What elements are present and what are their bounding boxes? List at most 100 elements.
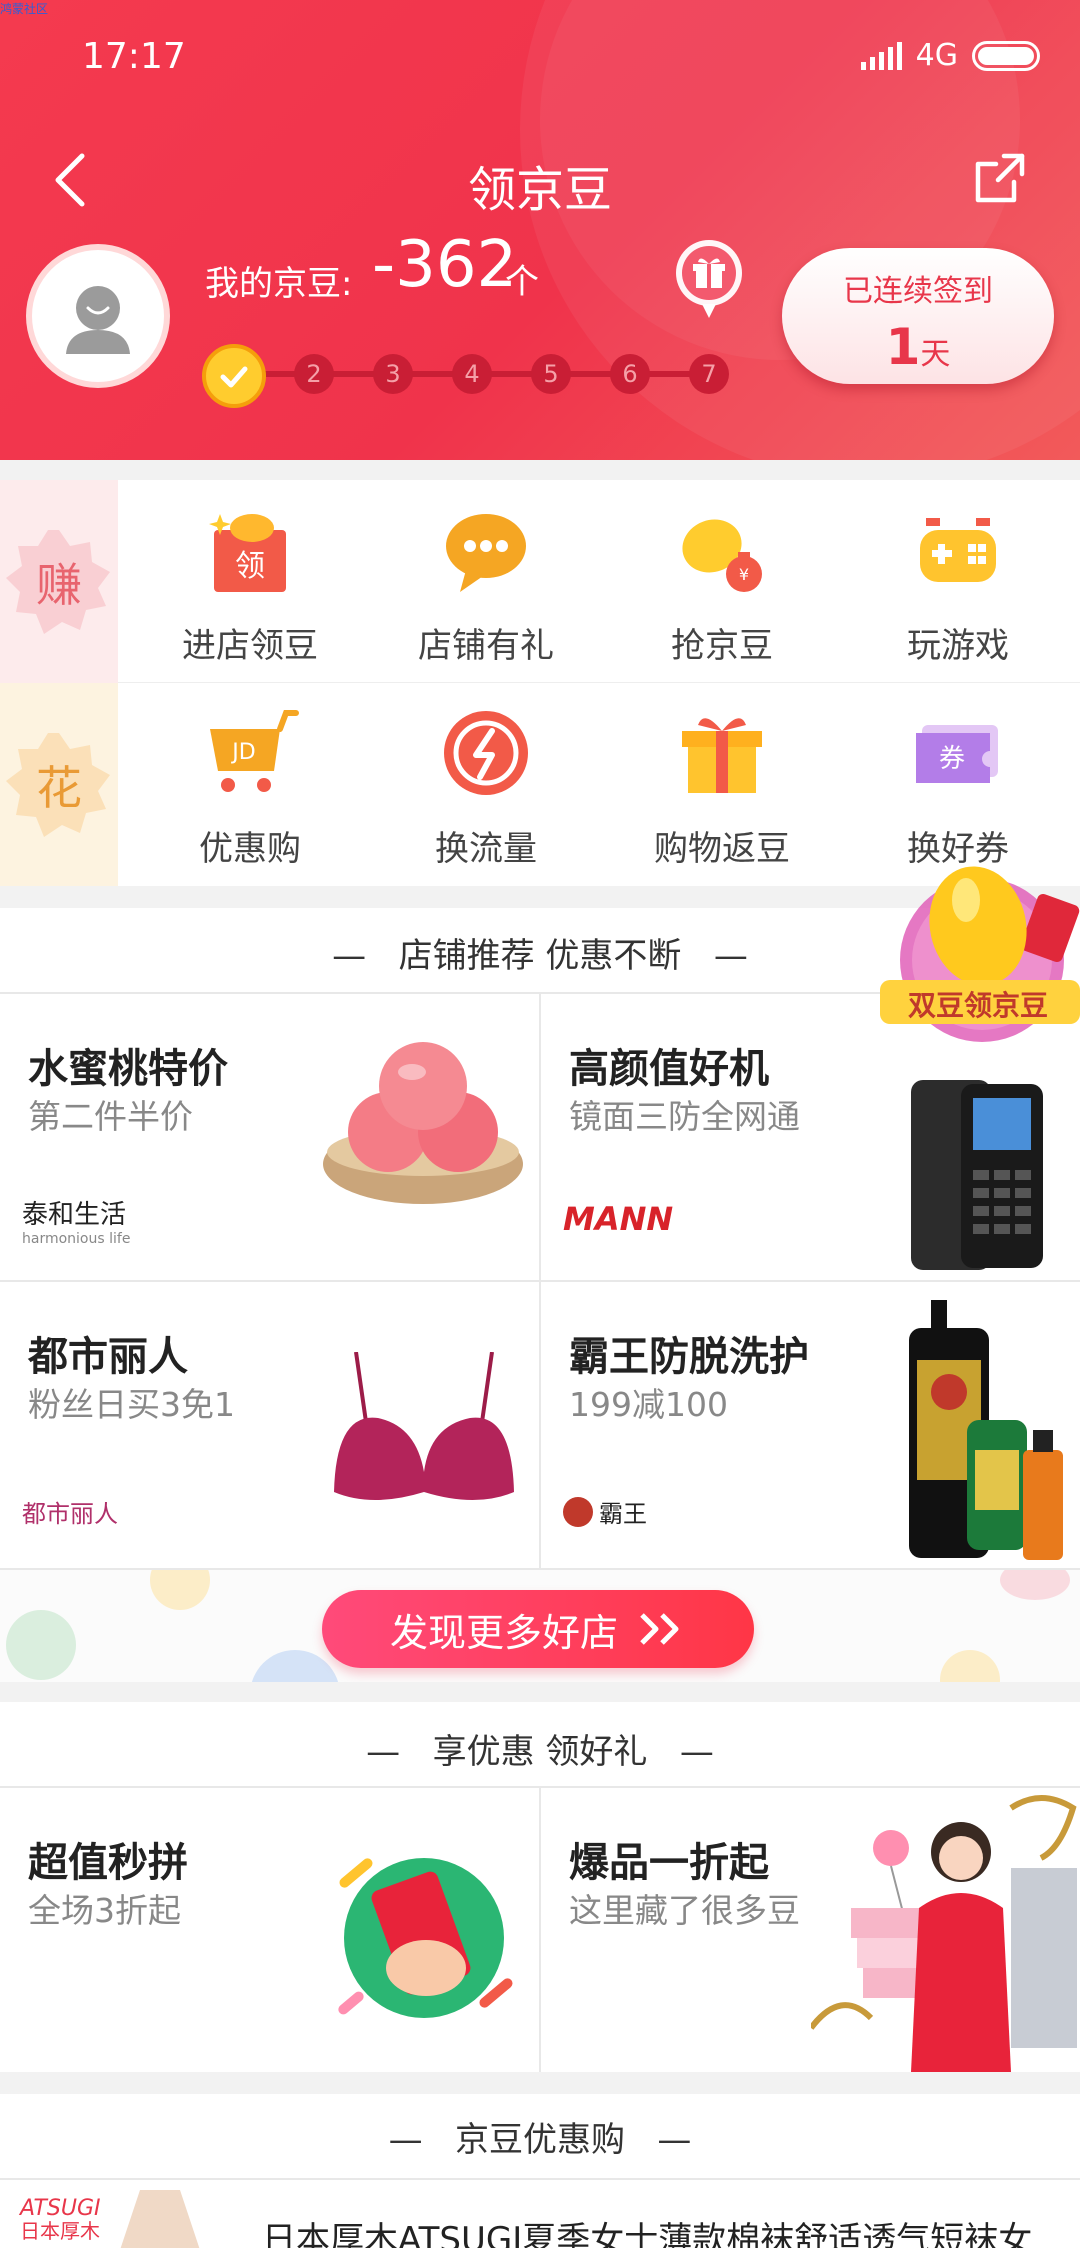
grid-item-label: 进店领豆: [182, 626, 318, 666]
brand-sub: harmonious life: [22, 1231, 131, 1247]
divider: [0, 1280, 1080, 1282]
title-dash: —: [625, 2120, 692, 2160]
bean-shop-title-text: 京豆优惠购: [455, 2120, 625, 2160]
promo-section-title: — 享优惠 领好礼 —: [0, 1724, 1080, 1773]
step-3: 3: [373, 354, 413, 394]
gift-icon[interactable]: [674, 238, 744, 320]
more-stores-label: 发现更多好店: [389, 1610, 618, 1655]
title-dash: —: [681, 936, 748, 976]
header: 鸿蒙社区 17:17 4G 领京豆 我的京豆: -362 个 已连续签到 1天 …: [0, 0, 1080, 460]
brand-name: 霸王: [599, 1500, 647, 1528]
checkin-done-icon: [202, 344, 266, 408]
grid-item-label: 优惠购: [199, 829, 301, 869]
decoration-blob: [940, 1650, 1000, 1682]
more-stores-button[interactable]: 发现更多好店: [322, 1590, 754, 1668]
chat-gift-icon: [446, 514, 526, 592]
grid-item-label: 店铺有礼: [418, 626, 554, 666]
more-stores-strip: 发现更多好店: [0, 1570, 1080, 1682]
peach-basket-image: [323, 1042, 523, 1204]
grid-item-discount-buy[interactable]: JD 优惠购: [132, 683, 368, 886]
tile-subtitle: 全场3折起: [28, 1891, 181, 1930]
tile-subtitle: 这里藏了很多豆: [569, 1891, 800, 1930]
beans-unit: 个: [505, 262, 539, 302]
tile-title: 霸王防脱洗护: [569, 1334, 809, 1380]
title-dash: —: [388, 2120, 455, 2160]
step-4: 4: [452, 354, 492, 394]
earn-tag-label: 赚: [36, 557, 82, 612]
gamepad-icon: [920, 518, 996, 582]
step-5: 5: [531, 354, 571, 394]
spend-tag-label: 花: [36, 760, 82, 815]
double-chevron-icon: [640, 1613, 679, 1645]
checkin-progress: 2 3 4 5 6 7: [202, 344, 732, 408]
brand-name: 泰和生活: [22, 1200, 127, 1230]
grid-item-label: 玩游戏: [907, 626, 1009, 666]
double-bean-badge[interactable]: 双豆领京豆: [876, 856, 1080, 1046]
bean-shop-title: — 京豆优惠购 —: [0, 2112, 1080, 2161]
checkin-days-unit: 天: [920, 337, 951, 372]
title-dash: —: [647, 1732, 714, 1772]
decoration-blob: [6, 1610, 76, 1680]
tile-title: 爆品一折起: [569, 1840, 769, 1886]
phone-image: [911, 1080, 1043, 1270]
page: 鸿蒙社区 17:17 4G 领京豆 我的京豆: -362 个 已连续签到 1天 …: [0, 0, 1080, 2248]
tile-title: 超值秒拼: [28, 1840, 188, 1886]
share-icon[interactable]: [970, 148, 1030, 208]
grid-item-play-game[interactable]: 玩游戏: [840, 480, 1076, 683]
tile-flash-group[interactable]: 超值秒拼 全场3折起: [0, 1788, 539, 2072]
model-gifts-image: [811, 1795, 1077, 2072]
grid-item-cashback[interactable]: 购物返豆: [604, 683, 840, 886]
grid-item-store-gift[interactable]: 店铺有礼: [368, 480, 604, 683]
tile-peach[interactable]: 水蜜桃特价 第二件半价 泰和生活 harmonious life: [0, 994, 539, 1280]
store-bean-icon: 领: [209, 514, 286, 592]
tile-subtitle: 镜面三防全网通: [569, 1097, 800, 1136]
tile-title: 都市丽人: [28, 1334, 188, 1380]
shampoo-image: [909, 1300, 1063, 1560]
grid-item-exchange-data[interactable]: 换流量: [368, 683, 604, 886]
checkin-label: 已连续签到: [843, 274, 993, 309]
earn-row: 赚 领 进店领豆 店铺有礼 ¥ 抢京豆 玩游戏: [0, 480, 1080, 683]
tile-lingerie[interactable]: 都市丽人 粉丝日买3免1 都市丽人: [0, 1282, 539, 1568]
tile-shampoo[interactable]: 霸王防脱洗护 199减100 霸王: [541, 1282, 1080, 1568]
tile-subtitle: 199减100: [569, 1385, 728, 1424]
gift-box-icon: [682, 718, 762, 793]
watermark: 鸿蒙社区: [0, 2, 49, 16]
brand-logo: 都市丽人: [22, 1500, 118, 1528]
grid-item-label: 抢京豆: [671, 626, 773, 666]
grid-item-label: 换流量: [435, 829, 537, 869]
svg-text:领: 领: [235, 549, 265, 584]
earn-tag: 赚: [0, 480, 118, 683]
beans-value: -362: [372, 228, 518, 302]
data-flow-icon: [444, 711, 528, 795]
decoration-blob: [250, 1650, 340, 1682]
store-section-title-text: 店铺推荐 优惠不断: [398, 936, 682, 976]
step-6: 6: [610, 354, 650, 394]
checkin-badge[interactable]: 已连续签到 1天: [782, 248, 1054, 384]
grid-item-grab-bean[interactable]: ¥ 抢京豆: [604, 480, 840, 683]
svg-text:JD: JD: [230, 740, 255, 765]
brand-logo: MANN: [563, 1200, 674, 1238]
divider: [0, 2178, 1080, 2180]
bean-bag-icon: ¥: [682, 519, 762, 592]
user-icon: [66, 286, 130, 354]
bean-shop-section: — 京豆优惠购 — ATSUGI 日本厚木 日本厚木ATSUGI夏季女士薄款棉袜…: [0, 2094, 1080, 2248]
battery-icon: [972, 40, 1040, 71]
checkin-days-value: 1: [885, 318, 921, 376]
decoration-blob: [150, 1570, 210, 1610]
tile-title: 水蜜桃特价: [28, 1046, 228, 1092]
step-2: 2: [294, 354, 334, 394]
tile-subtitle: 第二件半价: [28, 1097, 193, 1136]
double-bean-label: 双豆领京豆: [907, 989, 1048, 1022]
divider: [539, 1788, 541, 2072]
product-image: [120, 2190, 200, 2248]
product-title: 日本厚木ATSUGI夏季女士薄款棉袜舒适透气短袜女: [262, 2220, 1033, 2248]
tile-subtitle: 粉丝日买3免1: [28, 1385, 235, 1424]
spend-tag: 花: [0, 683, 118, 886]
tile-title: 高颜值好机: [569, 1046, 769, 1092]
avatar[interactable]: [26, 244, 170, 388]
decoration-blob: [1000, 1570, 1070, 1600]
title-dash: —: [366, 1732, 433, 1772]
grid-item-label: 购物返豆: [654, 829, 790, 869]
tile-hot-deals[interactable]: 爆品一折起 这里藏了很多豆: [541, 1788, 1080, 2072]
grid-item-store-bean[interactable]: 领 进店领豆: [132, 480, 368, 683]
